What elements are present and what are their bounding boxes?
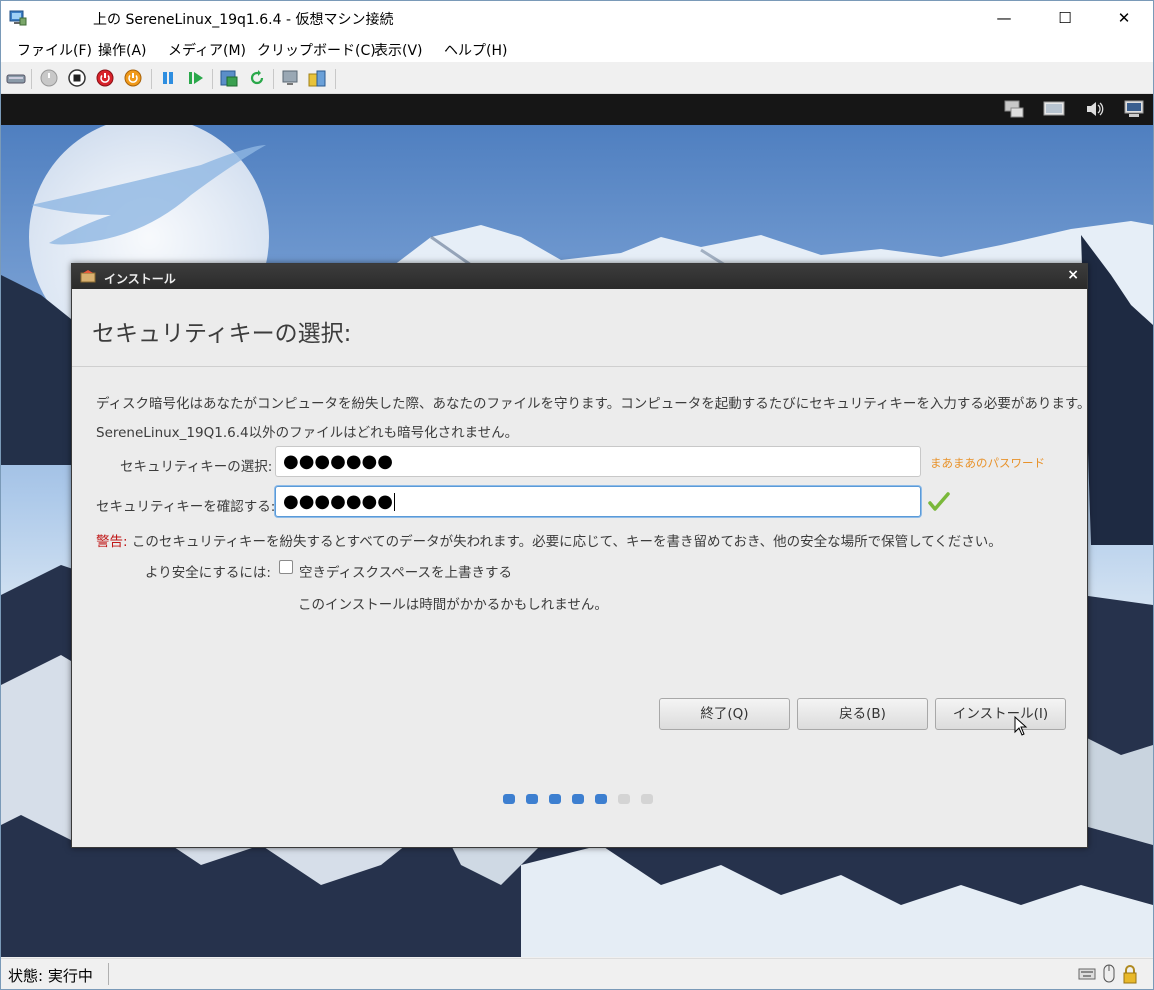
network-icon[interactable] <box>1003 99 1025 119</box>
overwrite-free-space-checkbox[interactable] <box>279 560 293 574</box>
password-strength-label: まあまあのパスワード <box>930 456 1045 470</box>
mouse-icon <box>1103 964 1115 983</box>
confirm-key-value: ●●●●●●● <box>283 491 393 512</box>
display-icon[interactable] <box>1043 99 1065 119</box>
encryption-description: ディスク暗号化はあなたがコンピュータを紛失した際、あなたのファイルを守ります。コ… <box>96 396 1091 412</box>
pause-icon[interactable] <box>158 68 178 88</box>
progress-step-dot <box>503 794 515 804</box>
quit-button[interactable]: 終了(Q) <box>659 698 790 730</box>
safer-label: より安全にするには: <box>145 565 271 581</box>
confirm-key-label: セキュリティキーを確認する: <box>96 499 276 515</box>
menu-clipboard[interactable]: クリップボード(C) <box>257 40 376 60</box>
security-key-label: セキュリティキーの選択: <box>120 459 273 475</box>
maximize-icon: ☐ <box>1058 9 1072 27</box>
status-bar: 状態: 実行中 <box>1 958 1153 989</box>
enhanced-session-icon[interactable] <box>281 68 301 88</box>
maximize-button[interactable]: ☐ <box>1042 1 1088 35</box>
overwrite-note: このインストールは時間がかかるかもしれません。 <box>298 597 608 613</box>
menu-action[interactable]: 操作(A) <box>98 40 147 60</box>
installer-icon <box>80 270 96 283</box>
menu-file[interactable]: ファイル(F) <box>17 40 92 60</box>
back-button[interactable]: 戻る(B) <box>797 698 928 730</box>
installer-dialog: インストール × セキュリティキーの選択: ディスク暗号化はあなたがコンピュータ… <box>71 263 1091 848</box>
close-icon: ✕ <box>1117 9 1131 27</box>
start-icon[interactable] <box>39 68 59 88</box>
progress-step-dot <box>549 794 561 804</box>
progress-step-dot <box>526 794 538 804</box>
text-caret <box>393 493 395 511</box>
title-bar: 上の SereneLinux_19q1.6.4 - 仮想マシン接続 — ☐ ✕ <box>1 1 1153 35</box>
progress-step-dot <box>595 794 607 804</box>
divider <box>72 366 1087 367</box>
share-icon[interactable] <box>307 68 327 88</box>
progress-step-dot <box>572 794 584 804</box>
close-button[interactable]: ✕ <box>1101 1 1147 35</box>
install-button[interactable]: インストール(I) <box>935 698 1066 730</box>
shutdown-icon[interactable] <box>95 68 115 88</box>
minimize-button[interactable]: — <box>981 1 1027 35</box>
security-key-value: ●●●●●●● <box>283 451 393 472</box>
warning-text: 警告: このセキュリティキーを紛失するとすべてのデータが失われます。必要に応じて… <box>96 530 1002 550</box>
menu-help[interactable]: ヘルプ(H) <box>444 40 507 60</box>
page-title: セキュリティキーの選択: <box>92 321 352 347</box>
vm-connection-icon <box>9 10 27 26</box>
menu-view[interactable]: 表示(V) <box>374 40 423 60</box>
window-title: 上の SereneLinux_19q1.6.4 - 仮想マシン接続 <box>93 12 394 28</box>
vm-connection-window: 上の SereneLinux_19q1.6.4 - 仮想マシン接続 — ☐ ✕ … <box>0 0 1154 990</box>
guest-top-panel <box>1 94 1153 125</box>
progress-step-dot <box>641 794 653 804</box>
match-check-icon <box>928 492 950 511</box>
computer-icon[interactable] <box>1123 99 1145 119</box>
installer-title: インストール <box>104 272 176 286</box>
lock-icon <box>1123 965 1137 984</box>
installer-close-icon[interactable]: × <box>1067 267 1079 283</box>
checkpoint-icon[interactable] <box>219 68 239 88</box>
save-state-icon[interactable] <box>123 68 143 88</box>
menu-media[interactable]: メディア(M) <box>168 40 246 60</box>
minimize-icon: — <box>996 9 1012 27</box>
overwrite-free-space-label[interactable]: 空きディスクスペースを上書きする <box>299 561 512 581</box>
ctrl-alt-del-icon[interactable] <box>6 68 26 88</box>
installer-titlebar: インストール × <box>72 264 1087 289</box>
confirm-key-input[interactable]: ●●●●●●● <box>275 486 921 517</box>
warning-body: このセキュリティキーを紛失するとすべてのデータが失われます。必要に応じて、キーを… <box>127 534 1002 550</box>
status-separator <box>108 963 109 985</box>
warning-prefix: 警告: <box>96 534 128 550</box>
resume-icon[interactable] <box>186 68 206 88</box>
security-key-input[interactable]: ●●●●●●● <box>275 446 921 477</box>
revert-icon[interactable] <box>247 68 267 88</box>
toolbar <box>1 63 1153 94</box>
turn-off-icon[interactable] <box>67 68 87 88</box>
vm-status: 状態: 実行中 <box>8 967 93 985</box>
volume-icon[interactable] <box>1084 99 1106 119</box>
progress-step-dot <box>618 794 630 804</box>
menu-bar: ファイル(F) 操作(A) メディア(M) クリップボード(C) 表示(V) ヘ… <box>1 35 1153 62</box>
encryption-scope-note: SereneLinux_19Q1.6.4以外のファイルはどれも暗号化されません。 <box>96 425 519 441</box>
keyboard-icon <box>1078 968 1096 980</box>
mouse-pointer-icon <box>1014 716 1028 736</box>
